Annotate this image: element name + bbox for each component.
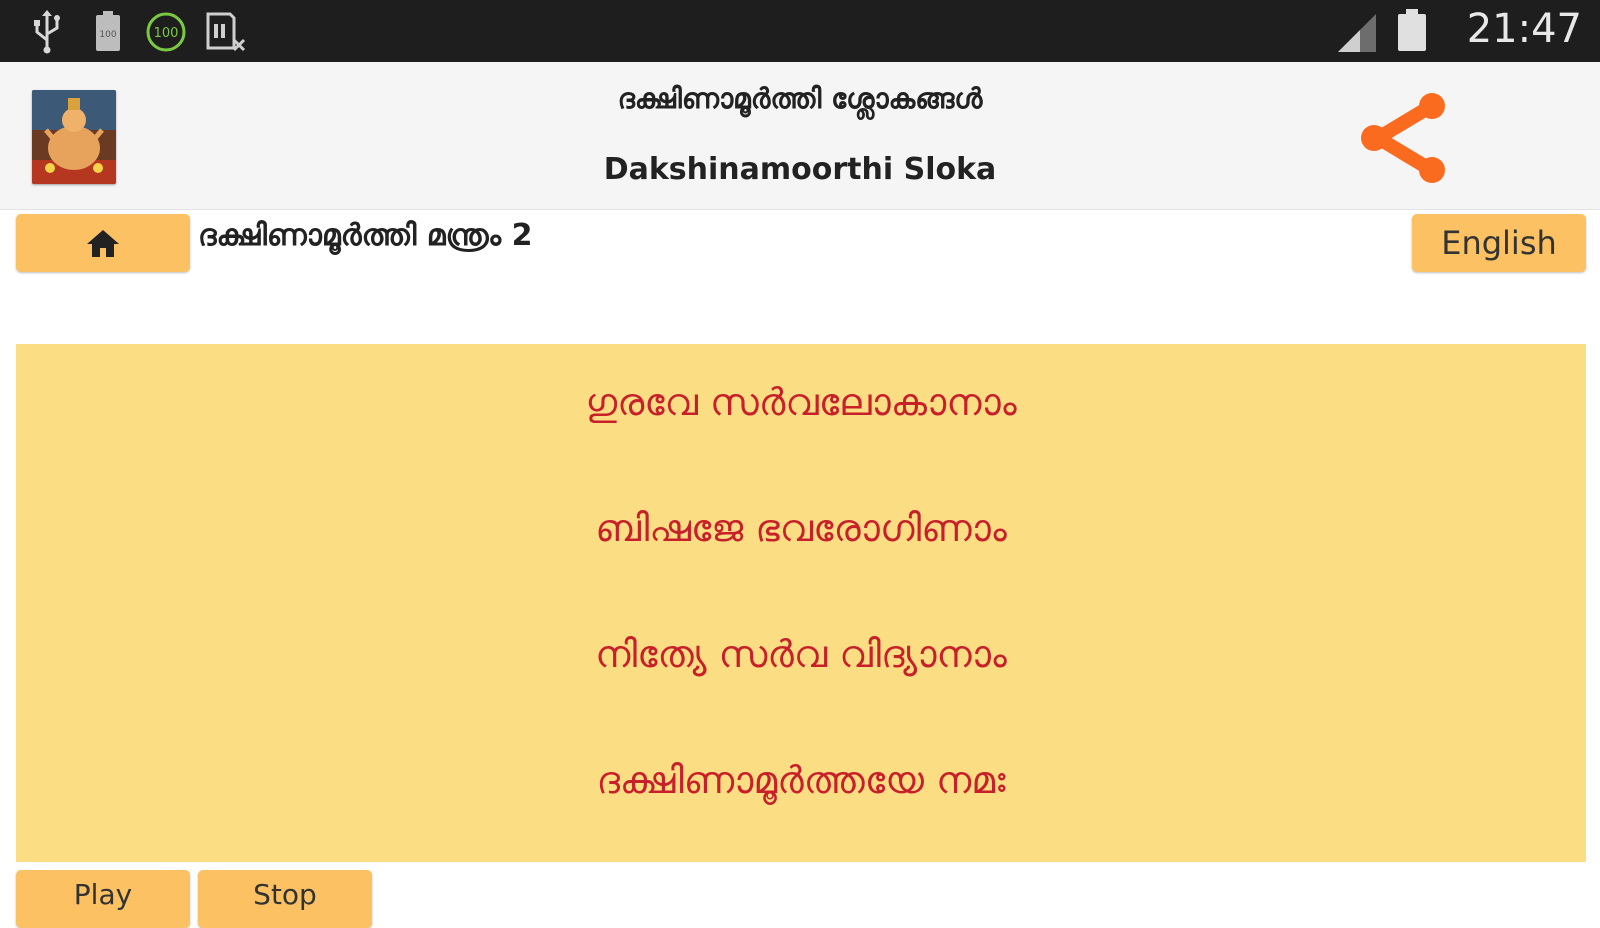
stop-button[interactable]: Stop [198,870,372,928]
battery-icon [1398,9,1426,51]
clock: 21:47 [1466,6,1582,52]
home-icon [87,230,119,257]
verse-panel: ഗുരവേ സർവലോകാനാം ബിഷജേ ഭവരോഗിണാം നിത്യേ … [16,344,1586,862]
status-bar: 100 100 21:47 [0,0,1600,62]
battery-badge-text: 100 [154,26,179,41]
verse-line-4: ദക്ഷിണാമൂർത്തയേ നമഃ [596,758,1006,802]
battery-100-icon: 100 [146,12,186,52]
play-button[interactable]: Play [16,870,190,928]
verse-line-1: ഗുരവേ സർവലോകാനാം [585,380,1017,424]
battery-saver-icon: 100 [96,11,120,51]
share-icon [1361,93,1445,183]
home-button[interactable] [16,214,190,272]
english-language-button[interactable]: English [1412,214,1586,272]
verse-line-3: നിത്യേ സർവ വിദ്യാനാം [595,632,1007,676]
verse-line-2: ബിഷജേ ഭവരോഗിണാം [595,506,1007,550]
usb-icon [34,10,60,54]
signal-icon [1338,14,1376,52]
app-header: ദക്ഷിണാമൂർത്തി ശ്ലോകങ്ങൾ Dakshinamoorthi… [0,62,1600,210]
svg-text:100: 100 [99,30,116,40]
sd-card-icon [206,12,246,52]
share-button[interactable] [1356,90,1456,186]
mantra-title: ദക്ഷിണാമൂർത്തി മന്ത്രം 2 [198,218,533,253]
